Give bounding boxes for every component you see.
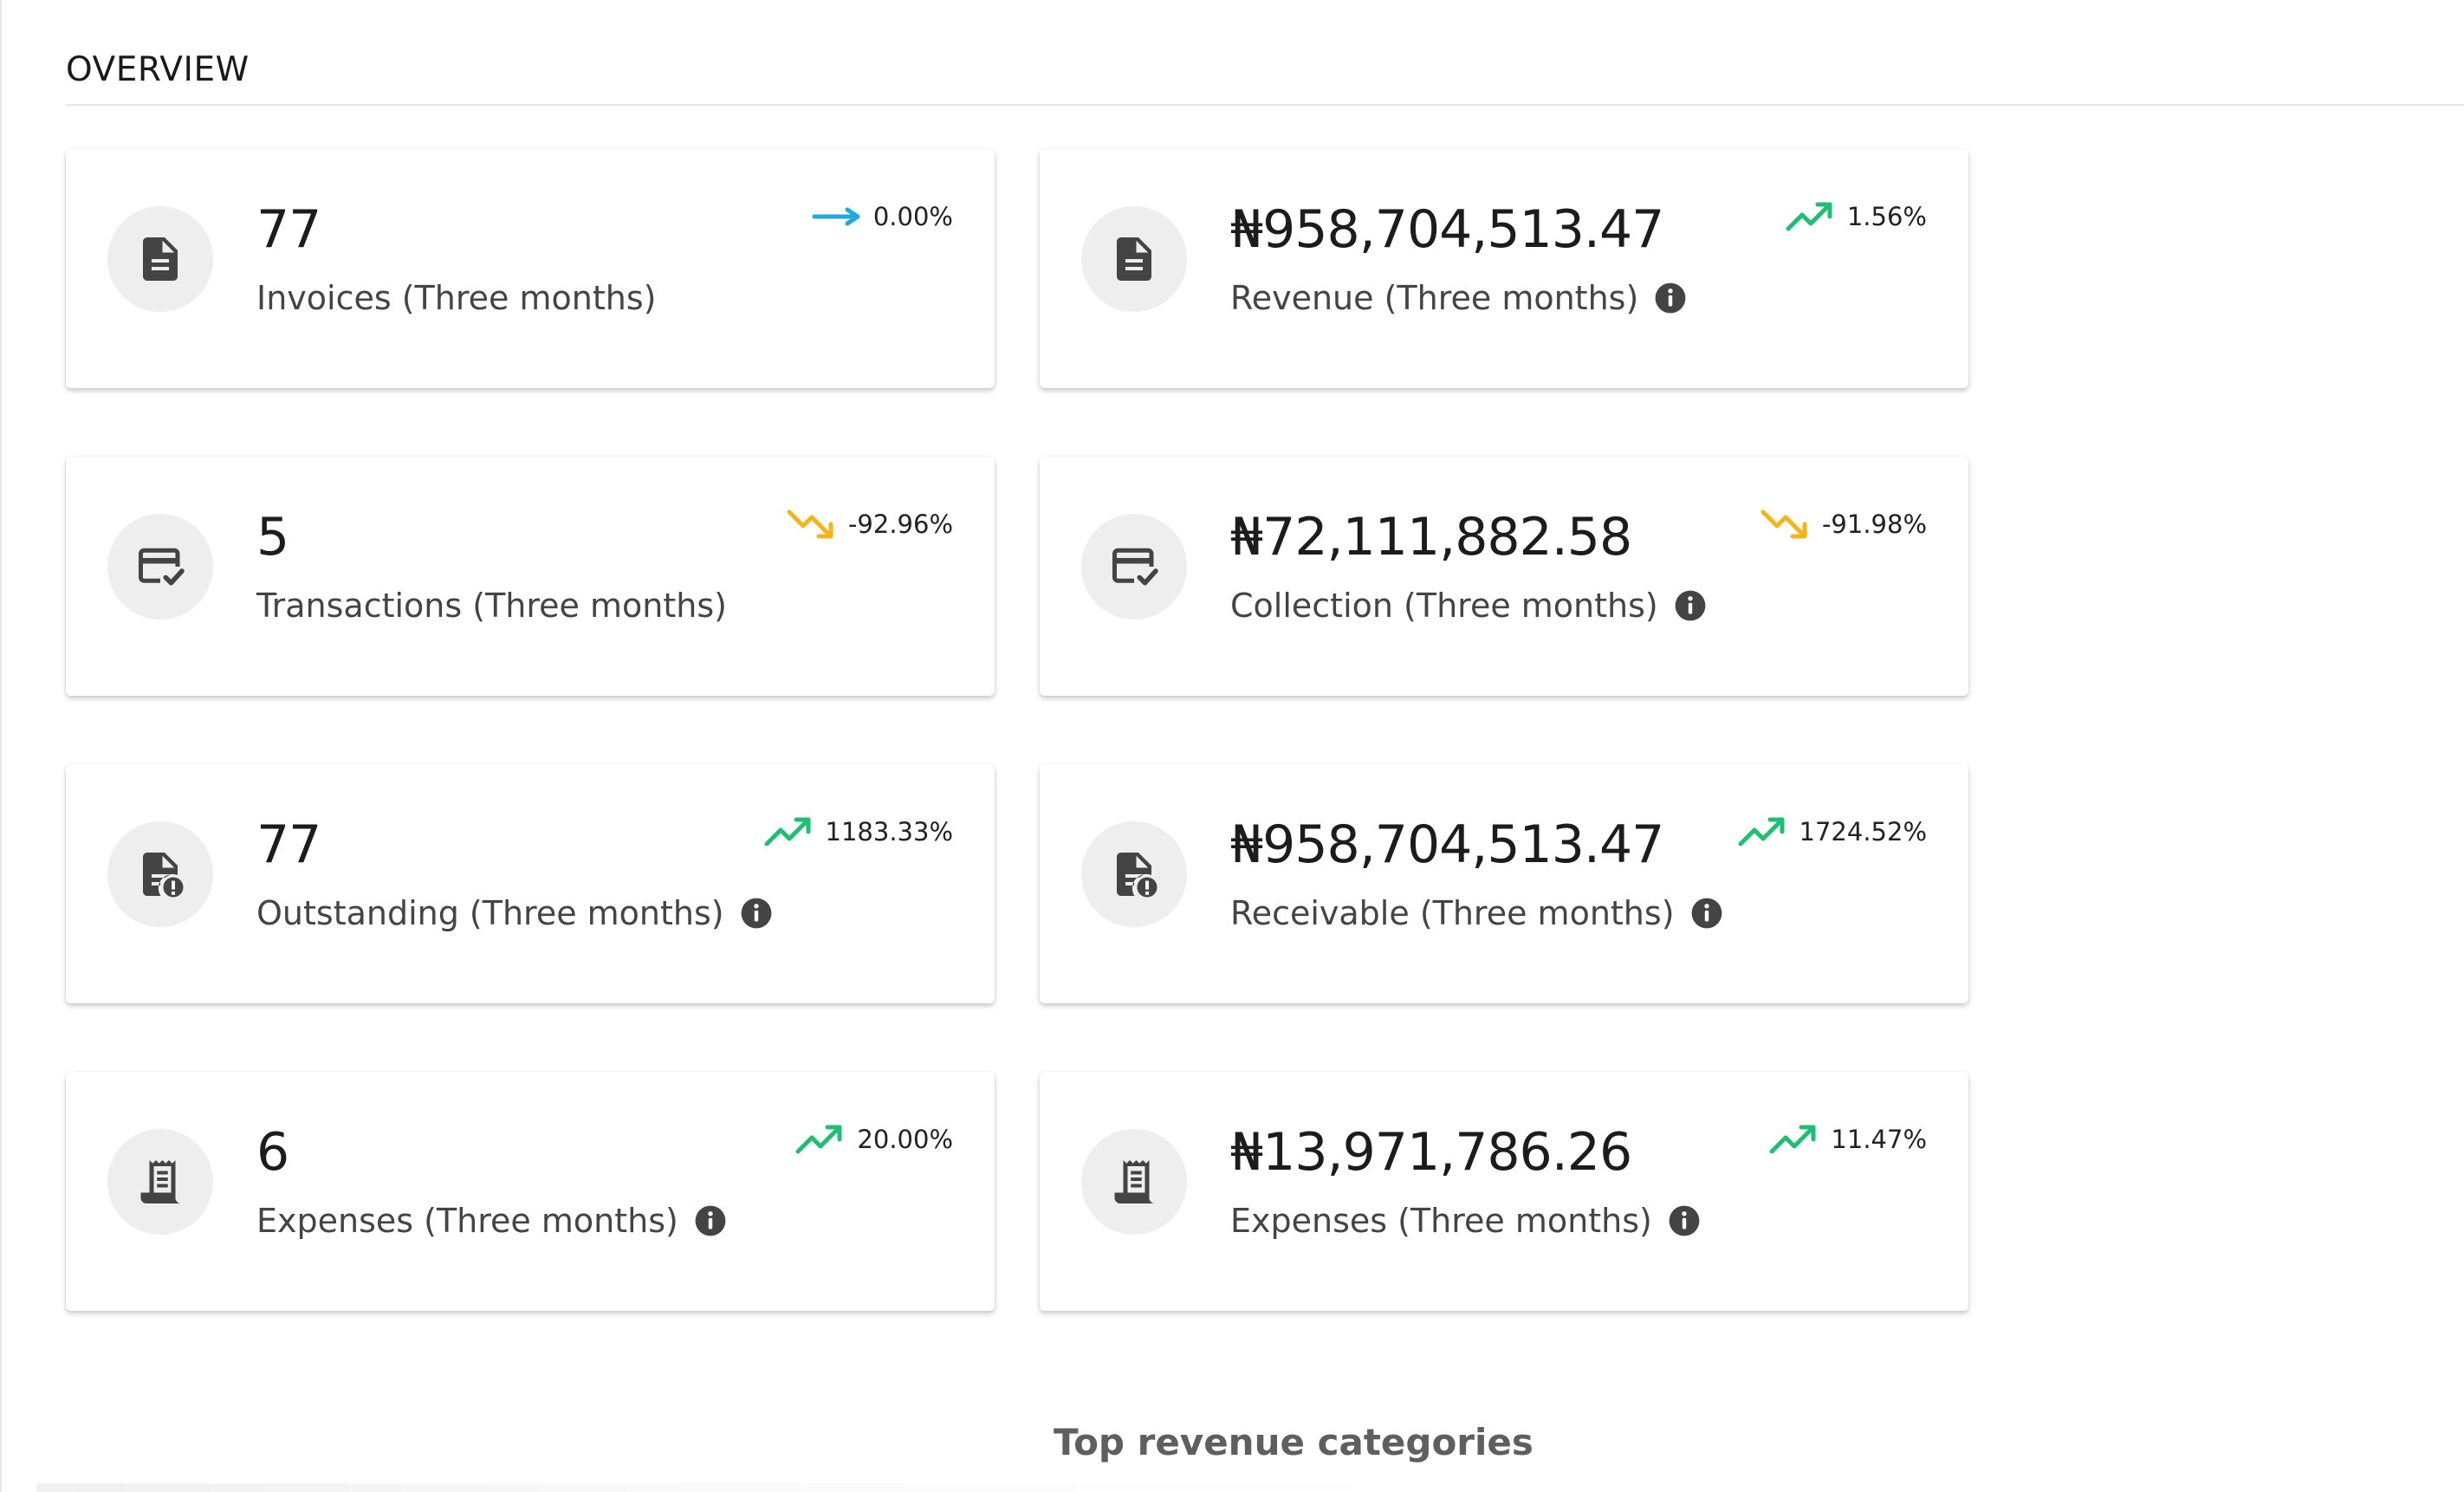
- stat-value: 77: [256, 199, 321, 260]
- stat-label-row: Expenses (Three months): [256, 1202, 727, 1240]
- stat-card-revenue[interactable]: ₦958,704,513.47 Revenue (Three months) 1…: [1040, 149, 1968, 388]
- stat-card-invoices[interactable]: 77 Invoices (Three months) 0.00%: [66, 149, 995, 388]
- card-check-icon: [1112, 548, 1158, 586]
- stat-icon-badge: [1081, 821, 1187, 927]
- stat-label-row: Receivable (Three months): [1230, 894, 1723, 932]
- stat-label: Collection (Three months): [1230, 587, 1658, 625]
- stat-value: ₦958,704,513.47: [1230, 199, 1664, 260]
- stat-icon-badge: [107, 1129, 213, 1235]
- section-divider: [66, 104, 2464, 106]
- info-icon[interactable]: [1674, 589, 1707, 622]
- trend-up-icon: [1738, 817, 1785, 847]
- trend-down-icon: [1760, 509, 1807, 539]
- info-icon[interactable]: [1654, 282, 1687, 315]
- next-section-edge: [36, 1483, 1423, 1492]
- stat-value: 77: [256, 814, 321, 875]
- stat-card-outstanding[interactable]: 77 Outstanding (Three months) 1183.33%: [66, 764, 995, 1003]
- trend-indicator: -91.98%: [1760, 505, 1927, 543]
- trend-up-icon: [1786, 202, 1832, 231]
- trend-percentage: -91.98%: [1821, 509, 1927, 539]
- trend-indicator: 1183.33%: [763, 813, 953, 851]
- stat-card-expenses-count[interactable]: 6 Expenses (Three months) 20.00%: [66, 1072, 995, 1311]
- stat-icon-badge: [1081, 514, 1187, 620]
- trend-percentage: 0.00%: [872, 202, 953, 231]
- section-title: OVERVIEW: [66, 50, 250, 89]
- dashboard-page: OVERVIEW 77 Invoices (Three months) 0.00…: [0, 0, 2464, 1492]
- stat-card-expenses-amount[interactable]: ₦13,971,786.26 Expenses (Three months) 1…: [1040, 1072, 1968, 1311]
- trend-up-icon: [764, 817, 811, 847]
- stat-label-row: Revenue (Three months): [1230, 279, 1687, 317]
- stat-label: Revenue (Three months): [1230, 279, 1639, 317]
- document-alert-icon: [1117, 853, 1160, 900]
- info-icon[interactable]: [740, 897, 773, 930]
- trend-indicator: 20.00%: [794, 1120, 953, 1158]
- stat-label: Receivable (Three months): [1230, 894, 1675, 932]
- receipt-icon: [1114, 1160, 1155, 1203]
- stat-icon-badge: [107, 206, 213, 312]
- top-revenue-categories-heading: Top revenue categories: [1054, 1421, 1534, 1463]
- trend-indicator: 11.47%: [1768, 1120, 1927, 1158]
- trend-percentage: 11.47%: [1831, 1125, 1927, 1154]
- stat-icon-badge: [1081, 1129, 1187, 1235]
- trend-percentage: -92.96%: [847, 509, 953, 539]
- stat-label-row: Transactions (Three months): [256, 587, 727, 625]
- trend-percentage: 20.00%: [857, 1125, 953, 1154]
- info-icon[interactable]: [1668, 1204, 1701, 1237]
- info-icon[interactable]: [694, 1204, 727, 1237]
- info-icon[interactable]: [1690, 897, 1723, 930]
- document-icon: [143, 237, 178, 281]
- stat-label: Outstanding (Three months): [256, 894, 724, 932]
- stat-icon-badge: [107, 821, 213, 927]
- stat-label-row: Invoices (Three months): [256, 279, 656, 317]
- document-alert-icon: [143, 853, 186, 900]
- trend-indicator: 1.56%: [1785, 198, 1927, 236]
- trend-percentage: 1183.33%: [825, 817, 953, 847]
- receipt-icon: [140, 1160, 181, 1203]
- stat-value: ₦958,704,513.47: [1230, 814, 1664, 875]
- trend-percentage: 1724.52%: [1799, 817, 1927, 847]
- stat-value: ₦72,111,882.58: [1230, 507, 1632, 568]
- stat-label: Invoices (Three months): [256, 279, 657, 317]
- trend-percentage: 1.56%: [1846, 202, 1927, 231]
- trend-up-icon: [1769, 1125, 1816, 1154]
- stat-icon-badge: [107, 514, 213, 620]
- stat-icon-badge: [1081, 206, 1187, 312]
- stat-label-row: Expenses (Three months): [1230, 1202, 1701, 1240]
- stat-label-row: Outstanding (Three months): [256, 894, 773, 932]
- stat-value: ₦13,971,786.26: [1230, 1122, 1632, 1183]
- stat-label: Transactions (Three months): [256, 587, 727, 625]
- trend-indicator: -92.96%: [786, 505, 953, 543]
- trend-flat-arrow-icon: [812, 207, 860, 226]
- stat-label: Expenses (Three months): [1230, 1202, 1652, 1240]
- card-check-icon: [139, 548, 185, 586]
- stat-label: Expenses (Three months): [256, 1202, 678, 1240]
- trend-indicator: 1724.52%: [1737, 813, 1927, 851]
- document-icon: [1117, 237, 1151, 281]
- stat-card-collection[interactable]: ₦72,111,882.58 Collection (Three months)…: [1040, 457, 1968, 696]
- trend-down-icon: [787, 509, 833, 539]
- stat-value: 6: [256, 1122, 289, 1183]
- stat-card-receivable[interactable]: ₦958,704,513.47 Receivable (Three months…: [1040, 764, 1968, 1003]
- trend-indicator: 0.00%: [811, 198, 953, 236]
- stat-label-row: Collection (Three months): [1230, 587, 1707, 625]
- stat-card-transactions[interactable]: 5 Transactions (Three months) -92.96%: [66, 457, 995, 696]
- stat-value: 5: [256, 507, 289, 568]
- trend-up-icon: [795, 1125, 842, 1154]
